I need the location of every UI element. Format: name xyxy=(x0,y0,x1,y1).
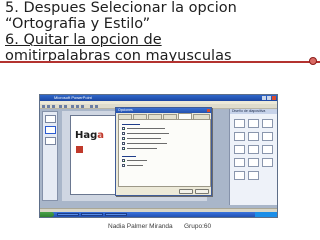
slide-thumbnail[interactable] xyxy=(45,115,56,123)
spelling-icon[interactable] xyxy=(64,105,67,108)
windows-taskbar xyxy=(40,212,277,217)
bullet-icon xyxy=(76,146,83,153)
undo-icon[interactable] xyxy=(90,105,93,108)
ok-button[interactable] xyxy=(179,189,193,194)
task-pane-header: Diseño de diapositiva xyxy=(230,109,277,114)
slide-preview-title: Haga xyxy=(75,130,105,141)
taskbar-item[interactable] xyxy=(57,213,79,216)
design-template-option[interactable] xyxy=(248,119,259,128)
dialog-titlebar: Opciones xyxy=(116,108,211,113)
close-icon[interactable] xyxy=(207,109,210,112)
checkbox[interactable] xyxy=(122,147,125,150)
design-template-option[interactable] xyxy=(248,132,259,141)
design-template-option[interactable] xyxy=(234,145,245,154)
slide-thumbnail[interactable] xyxy=(45,137,56,145)
design-template-option[interactable] xyxy=(262,119,273,128)
design-template-option[interactable] xyxy=(234,171,245,180)
maximize-icon[interactable] xyxy=(267,96,271,100)
design-template-option[interactable] xyxy=(248,145,259,154)
slide-instructions: 5. Despues Selecionar la opcion “Ortogra… xyxy=(5,0,315,64)
author-name: Nadia Palmer Miranda xyxy=(108,223,173,230)
checkbox[interactable] xyxy=(122,132,125,135)
checkbox[interactable] xyxy=(122,137,125,140)
start-button-icon[interactable] xyxy=(40,212,54,217)
powerpoint-screenshot: Microsoft PowerPoint Haga Diseño de diap… xyxy=(39,94,278,218)
dialog-title: Opciones xyxy=(118,108,133,112)
open-icon[interactable] xyxy=(47,105,50,108)
design-template-option[interactable] xyxy=(248,171,259,180)
taskbar-item[interactable] xyxy=(81,213,103,216)
design-template-option[interactable] xyxy=(248,158,259,167)
slide-thumbnails-pane xyxy=(42,111,58,201)
instruction-line-1: 5. Despues Selecionar la opcion xyxy=(5,0,237,16)
instruction-line-2: “Ortografia y Estilo” xyxy=(5,16,151,32)
minimize-icon[interactable] xyxy=(262,96,266,100)
new-icon[interactable] xyxy=(42,105,45,108)
taskbar-item[interactable] xyxy=(105,213,127,216)
cancel-button[interactable] xyxy=(195,189,209,194)
system-tray xyxy=(255,212,277,217)
divider-dot-icon xyxy=(309,57,317,65)
title-divider xyxy=(0,61,320,63)
design-template-option[interactable] xyxy=(262,158,273,167)
design-template-option[interactable] xyxy=(262,132,273,141)
checkbox[interactable] xyxy=(122,164,125,167)
group-label: Grupo:60 xyxy=(184,223,212,230)
task-pane: Diseño de diapositiva xyxy=(229,109,277,205)
options-dialog: Opciones xyxy=(115,107,212,196)
checkbox[interactable] xyxy=(122,159,125,162)
section-heading xyxy=(122,124,140,125)
design-template-option[interactable] xyxy=(234,158,245,167)
design-template-option[interactable] xyxy=(234,132,245,141)
slide-thumbnail[interactable] xyxy=(45,126,56,134)
dialog-body xyxy=(118,119,211,187)
paste-icon[interactable] xyxy=(81,105,84,108)
section-heading xyxy=(122,156,136,157)
copy-icon[interactable] xyxy=(76,105,79,108)
instruction-line-3: 6. Quitar la opcion de xyxy=(5,32,162,48)
redo-icon[interactable] xyxy=(95,105,98,108)
save-icon[interactable] xyxy=(52,105,55,108)
design-template-option[interactable] xyxy=(234,119,245,128)
print-icon[interactable] xyxy=(59,105,62,108)
cut-icon[interactable] xyxy=(71,105,74,108)
checkbox[interactable] xyxy=(122,142,125,145)
design-template-option[interactable] xyxy=(262,145,273,154)
close-icon[interactable] xyxy=(272,96,276,100)
checkbox[interactable] xyxy=(122,127,125,130)
